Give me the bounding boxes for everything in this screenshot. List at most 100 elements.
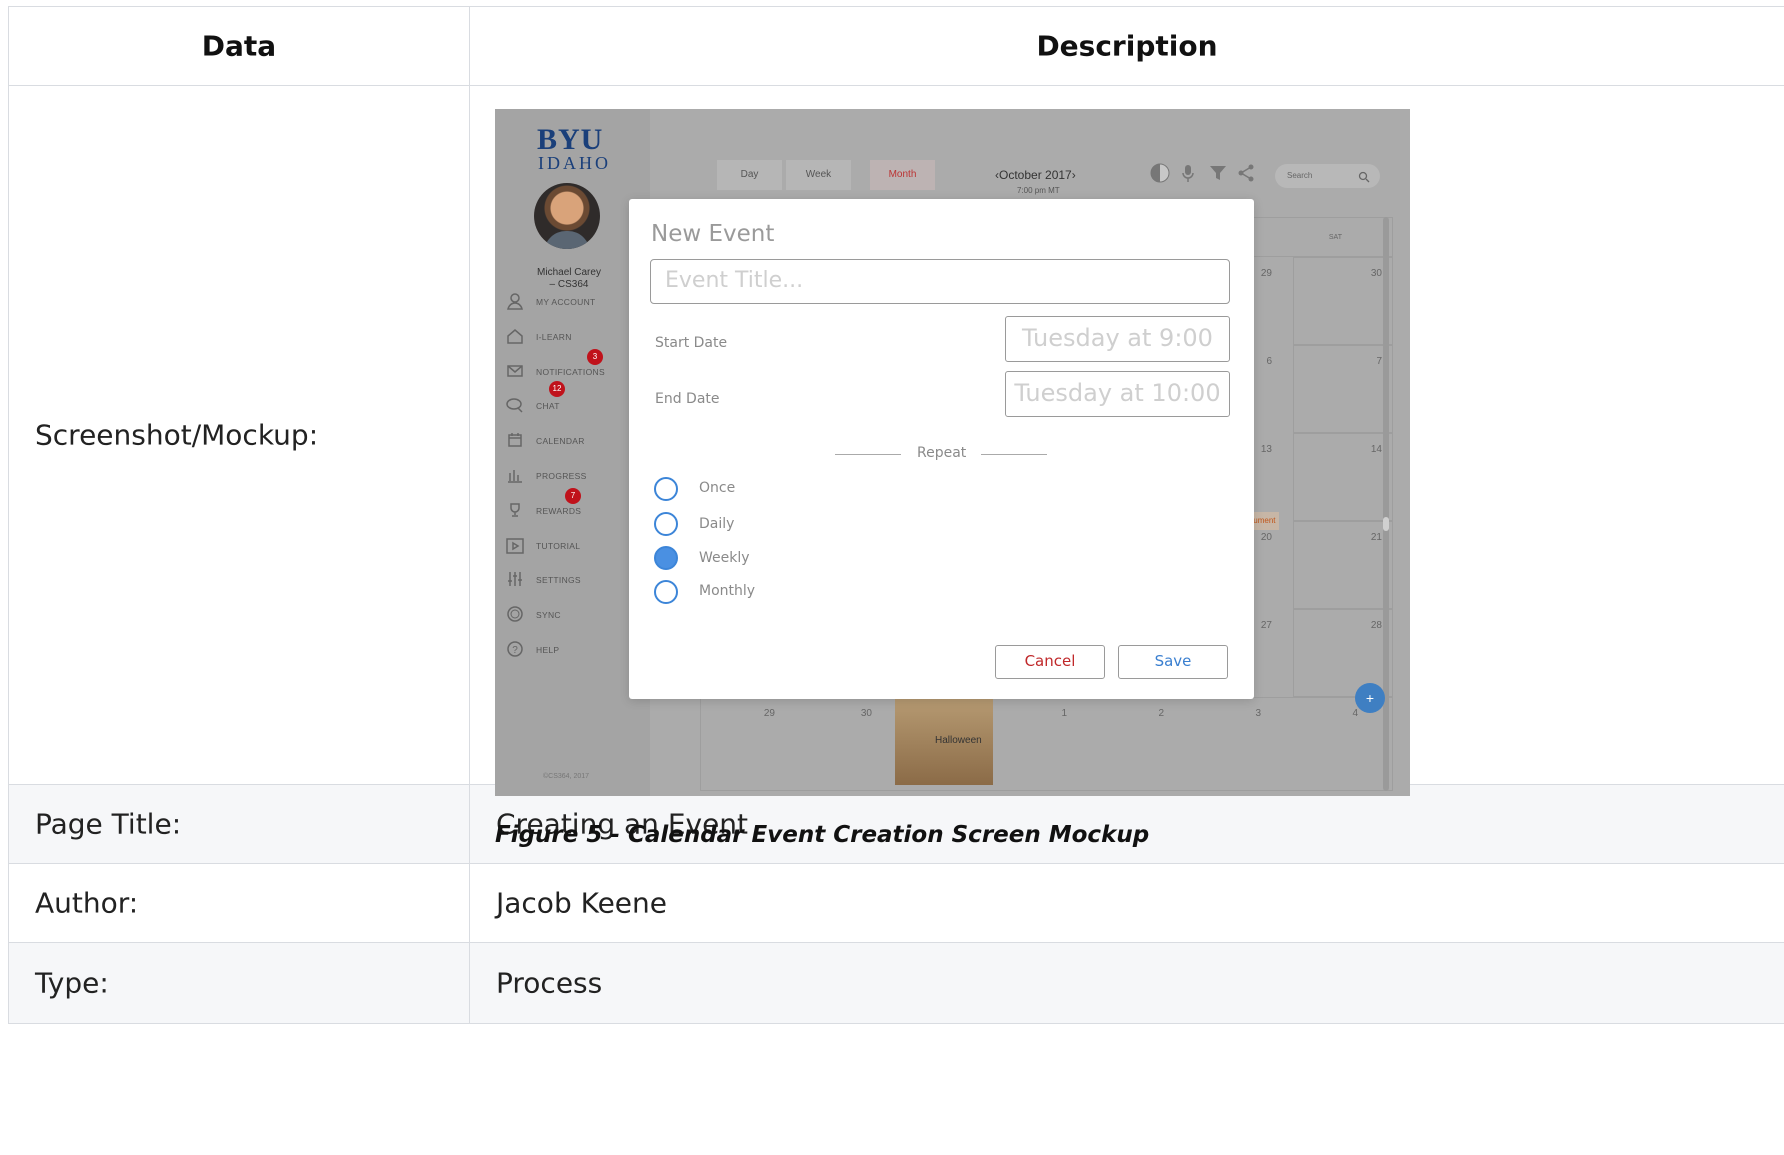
row-label: Type: [35, 966, 109, 1000]
row-label-cell: Author: [8, 864, 470, 942]
repeat-monthly-radio[interactable] [654, 580, 678, 604]
chevron-right-icon[interactable]: › [1072, 168, 1076, 182]
trophy-icon [505, 500, 525, 520]
nav-item-settings[interactable]: SETTINGS [505, 569, 645, 593]
nav-item-calendar[interactable]: CALENDAR [505, 430, 645, 454]
row-label: Author: [35, 886, 139, 920]
new-event-modal: New Event Event Title... Start Date Tues… [629, 199, 1254, 699]
calendar-day-cell[interactable]: 27 28 [1261, 609, 1393, 697]
end-date-label: End Date [655, 391, 720, 407]
repeat-weekly-radio[interactable] [654, 546, 678, 570]
calendar-day-cell[interactable]: 20 21 [1261, 521, 1393, 609]
row-label: Page Title: [35, 807, 182, 841]
bar-chart-icon [505, 465, 525, 485]
rewards-badge: 7 [565, 488, 581, 504]
row-label: Screenshot/Mockup: [35, 418, 319, 452]
calendar-day-cell[interactable]: 67 [1266, 345, 1393, 433]
microphone-icon[interactable] [1177, 162, 1199, 184]
repeat-once-radio[interactable] [654, 477, 678, 501]
nav-item-my-account[interactable]: MY ACCOUNT [505, 291, 645, 315]
row-label-cell: Screenshot/Mockup: [8, 86, 470, 784]
repeat-weekly-label: Weekly [699, 550, 750, 566]
nav-label: CALENDAR [536, 436, 585, 446]
byu-logo: BYU [537, 123, 604, 156]
share-icon[interactable] [1235, 162, 1257, 184]
month-label: ‹October 2017› [995, 168, 1076, 182]
avatar [534, 183, 600, 249]
row-value: Process [496, 966, 603, 1000]
nav-item-help[interactable]: ? HELP [505, 639, 645, 663]
halloween-label: Halloween [935, 735, 982, 746]
repeat-label: Repeat [917, 445, 967, 461]
nav-item-tutorial[interactable]: TUTORIAL [505, 535, 645, 559]
nav-label: PROGRESS [536, 471, 587, 481]
nav-label: SYNC [536, 610, 561, 620]
figure-caption: Figure 5 - Calendar Event Creation Scree… [495, 822, 1150, 848]
time-label: 7:00 pm MT [1017, 186, 1060, 195]
sliders-icon [505, 569, 525, 589]
repeat-daily-label: Daily [699, 516, 735, 532]
user-name: Michael Carey – CS364 [537, 267, 601, 290]
calendar-mockup-image: BYU IDAHO Michael Carey – CS364 MY ACCOU… [495, 109, 1410, 796]
event-title-input[interactable]: Event Title... [650, 259, 1230, 304]
row-value: Jacob Keene [496, 886, 668, 920]
document-table: Data Description Screenshot/Mockup: Page… [8, 6, 1784, 1024]
header-cell-description: Description [470, 7, 1784, 85]
nav-label: REWARDS [536, 506, 582, 516]
repeat-once-label: Once [699, 480, 736, 496]
idaho-logo: IDAHO [538, 153, 611, 173]
nav-item-i-learn[interactable]: I-LEARN [505, 326, 645, 350]
header-cell-data: Data [8, 7, 470, 85]
chat-icon [505, 395, 525, 415]
start-date-label: Start Date [655, 335, 728, 351]
nav-label: NOTIFICATIONS [536, 367, 605, 377]
calendar-day-cell[interactable]: 13 14 [1261, 433, 1393, 521]
search-input[interactable]: Search [1275, 164, 1380, 188]
nav-label: HELP [536, 645, 560, 655]
user-icon [505, 291, 525, 311]
mockup-sidebar: BYU IDAHO Michael Carey – CS364 MY ACCOU… [495, 109, 650, 796]
divider [835, 454, 901, 455]
search-placeholder: Search [1287, 171, 1313, 180]
end-date-field[interactable]: Tuesday at 10:00 [1005, 371, 1230, 417]
nav-label: I-LEARN [536, 332, 572, 342]
contrast-icon[interactable] [1149, 162, 1171, 184]
copyright: ©CS364, 2017 [543, 773, 590, 780]
row-value-cell: Jacob Keene [470, 864, 1784, 942]
svg-text:?: ? [512, 645, 518, 656]
nav-item-notifications[interactable]: NOTIFICATIONS 3 [505, 349, 645, 385]
cancel-button[interactable]: Cancel [995, 645, 1105, 679]
nav-item-progress[interactable]: PROGRESS [505, 465, 645, 489]
add-event-button[interactable]: + [1355, 683, 1385, 713]
help-icon: ? [505, 639, 525, 659]
repeat-daily-radio[interactable] [654, 512, 678, 536]
scrollbar[interactable] [1383, 217, 1389, 791]
tab-week[interactable]: Week [786, 160, 851, 190]
halloween-image: Halloween [895, 699, 993, 785]
nav-item-rewards[interactable]: REWARDS 7 [505, 488, 645, 524]
row-label-cell: Page Title: [8, 785, 470, 863]
play-icon [505, 535, 525, 555]
nav-label: MY ACCOUNT [536, 297, 596, 307]
divider [981, 454, 1047, 455]
modal-title: New Event [651, 221, 775, 247]
nav-label: CHAT [536, 401, 560, 411]
row-value-cell: Process [470, 943, 1784, 1023]
row-label-cell: Type: [8, 943, 470, 1023]
nav-item-chat[interactable]: CHAT 12 [505, 381, 645, 419]
start-date-field[interactable]: Tuesday at 9:00 [1005, 316, 1230, 362]
calendar-icon [505, 430, 525, 450]
scrollbar-thumb[interactable] [1383, 517, 1389, 531]
tab-month[interactable]: Month [870, 160, 935, 190]
search-icon[interactable] [1358, 170, 1370, 183]
calendar-day-cell[interactable]: 29 30 [1261, 257, 1393, 345]
repeat-monthly-label: Monthly [699, 583, 756, 599]
nav-item-sync[interactable]: SYNC [505, 604, 645, 628]
calendar-week-row: 29 30 31 1 2 3 4 [700, 697, 1393, 791]
save-button[interactable]: Save [1118, 645, 1228, 679]
nav-label: TUTORIAL [536, 541, 581, 551]
tab-day[interactable]: Day [717, 160, 782, 190]
nav-label: SETTINGS [536, 575, 581, 585]
notification-badge: 3 [587, 349, 603, 365]
filter-icon[interactable] [1207, 162, 1229, 184]
